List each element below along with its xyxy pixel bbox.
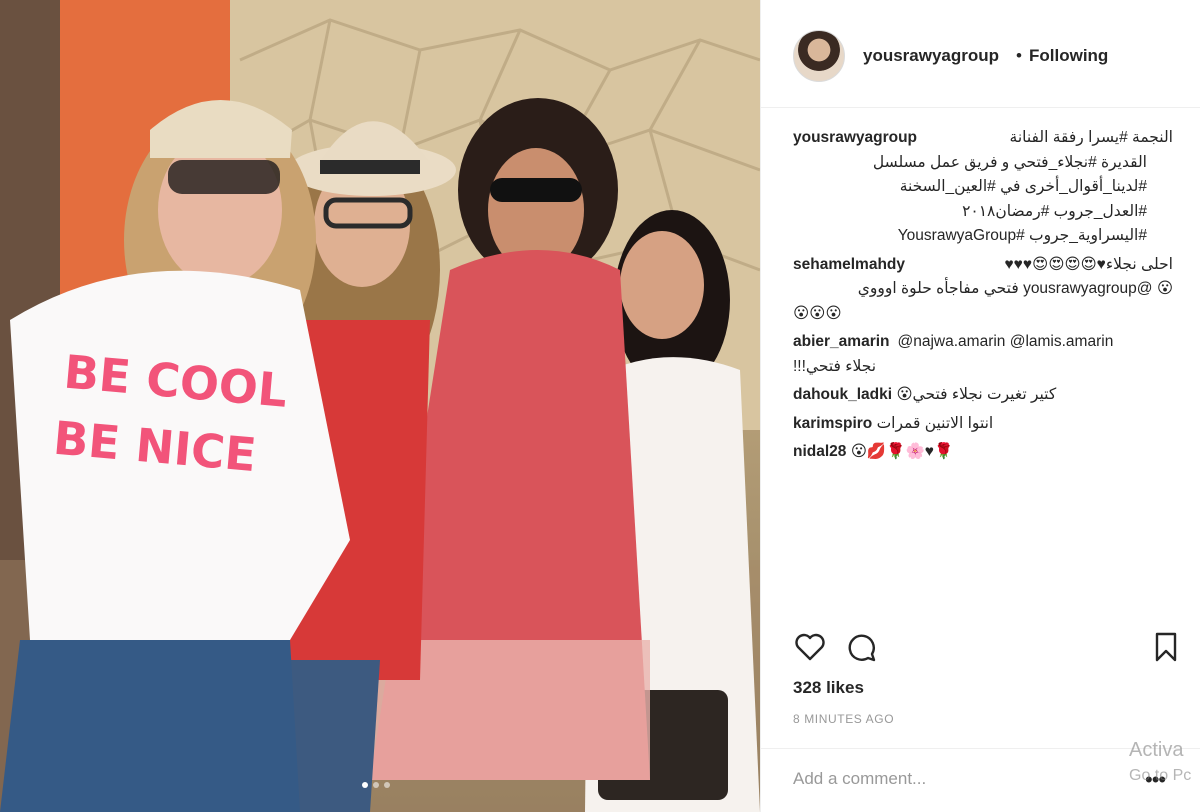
comment-username[interactable]: nidal28 <box>793 443 846 460</box>
comment-text-line: 😮كتير تغيرت نجلاء فتحي <box>896 386 1057 403</box>
following-button[interactable]: Following <box>1029 46 1108 66</box>
carousel-dot-3[interactable] <box>384 782 390 788</box>
comment-text-line: انتوا الاتنين قمرات <box>876 414 994 432</box>
post-timestamp[interactable]: 8 MINUTES AGO <box>793 712 894 726</box>
heart-icon[interactable] <box>793 630 827 664</box>
avatar[interactable] <box>793 30 845 82</box>
comment: nidal28 😮💋🌹🌸♥🌹 <box>793 440 1173 465</box>
post-side-panel: yousrawyagroup • Following yousrawyagrou… <box>760 0 1200 812</box>
carousel-dot-1[interactable] <box>362 782 368 788</box>
comment: abier_amarin @najwa.amarin @lamis.amarin… <box>793 330 1173 379</box>
comment-username[interactable]: yousrawyagroup <box>793 126 917 151</box>
post-header: yousrawyagroup • Following <box>761 0 1200 108</box>
hashtag-line[interactable]: #العدل_جروب #رمضان٢٠١٨ <box>793 200 1147 225</box>
mention-line[interactable]: @najwa.amarin @lamis.amarin <box>898 330 1114 355</box>
comment-text-line: القديرة #نجلاء_فتحي و فريق عمل مسلسل <box>872 153 1147 171</box>
comment-icon[interactable] <box>845 630 879 664</box>
comment-username[interactable]: abier_amarin <box>793 330 890 355</box>
action-bar <box>793 630 1177 666</box>
watermark-line1: Activa <box>1129 739 1184 761</box>
watermark-line2: Go to Pc <box>1129 767 1192 784</box>
comment-text-line: 😮💋🌹🌸♥🌹 <box>850 443 954 460</box>
comment-username[interactable]: dahouk_ladki <box>793 386 892 403</box>
hashtag-line[interactable]: #اليسراوية_جروب #YousrawyaGroup <box>793 224 1147 249</box>
caption-comment: yousrawyagroup النجمة #يسرا رفقة الفنانة… <box>793 126 1173 249</box>
post-photo[interactable]: BE COOL BE NICE <box>0 0 760 812</box>
comment-username[interactable]: karimspiro <box>793 415 872 432</box>
hashtag-line[interactable]: #لدينا_أقوال_أخرى في #العين_السخنة <box>793 175 1147 200</box>
activate-windows-watermark: Activa Go to Pc <box>1129 737 1191 789</box>
add-comment-bar: ••• Activa Go to Pc <box>761 739 1200 812</box>
bookmark-icon[interactable] <box>1149 630 1183 664</box>
comments-list: yousrawyagroup النجمة #يسرا رفقة الفنانة… <box>793 126 1173 469</box>
comment: karimspiro انتوا الاتنين قمرات <box>793 412 1173 437</box>
photo-illustration: BE COOL BE NICE <box>0 0 760 812</box>
comment-text-line: نجلاء فتحي!!! <box>793 357 877 375</box>
comment-text-line: 😮 @yousrawyagroup فتحي مفاجأه حلوة اوووي <box>857 280 1173 297</box>
header-username[interactable]: yousrawyagroup <box>863 46 999 66</box>
carousel-dot-2[interactable] <box>373 782 379 788</box>
comment-text-line: 😮😮😮 <box>793 304 842 322</box>
add-comment-input[interactable] <box>793 763 1123 795</box>
comment-username[interactable]: sehamelmahdy <box>793 253 905 278</box>
comment-text-line: النجمة #يسرا رفقة الفنانة <box>1009 129 1173 146</box>
carousel-dots[interactable] <box>362 782 390 788</box>
comment: sehamelmahdy احلى نجلاء♥😍😍😍😍♥♥♥ 😮 @yousr… <box>793 253 1173 327</box>
comment-text-line: احلى نجلاء♥😍😍😍😍♥♥♥ <box>1004 255 1173 273</box>
likes-count[interactable]: 328 likes <box>793 678 864 698</box>
header-separator: • <box>1016 46 1022 65</box>
comment: dahouk_ladki 😮كتير تغيرت نجلاء فتحي <box>793 383 1173 408</box>
